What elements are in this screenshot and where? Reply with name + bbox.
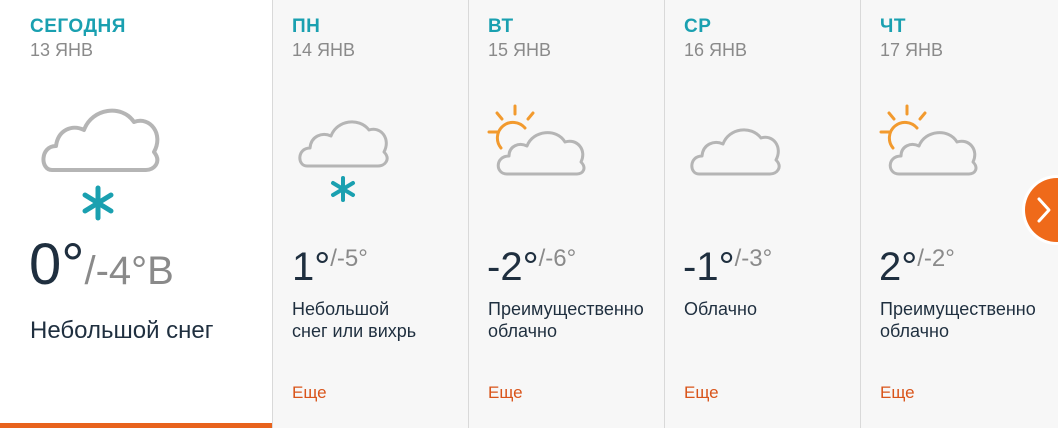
condition-line: облачно — [880, 321, 949, 341]
chevron-right-icon — [1037, 197, 1051, 223]
cloud-snow-icon — [41, 108, 160, 221]
temperature: 1°/-5° — [292, 239, 368, 287]
day-date: 13 ЯНВ — [30, 40, 94, 60]
temp-low: /-6° — [538, 245, 577, 272]
partly-cloudy-icon — [487, 104, 586, 176]
temperature: -1°/-3° — [683, 239, 772, 287]
temp-high: 1° — [292, 245, 331, 289]
more-link[interactable]: Еще — [292, 383, 327, 403]
day-date: 14 ЯНВ — [292, 40, 356, 60]
day-name: ПН — [292, 16, 321, 37]
day-name: СЕГОДНЯ — [30, 16, 126, 37]
condition-text: Преимущественно облачно — [880, 298, 1036, 342]
day-date: 16 ЯНВ — [684, 40, 748, 60]
temperature: -2°/-6° — [487, 239, 576, 287]
temp-high: -1° — [683, 245, 735, 289]
temp-low: /-4°В — [84, 249, 174, 293]
day-date: 17 ЯНВ — [880, 40, 944, 60]
more-link[interactable]: Еще — [488, 383, 523, 403]
temperature: 0°/-4°В — [29, 236, 174, 300]
temp-high: 0° — [29, 232, 85, 297]
day-card-tue[interactable]: ВТ 15 ЯНВ -2°/-6° Преимущественно облачн… — [469, 0, 665, 428]
more-link[interactable]: Еще — [684, 383, 719, 403]
day-name: ВТ — [488, 16, 514, 37]
day-card-wed[interactable]: СР 16 ЯНВ -1°/-3° Облачно Еще — [665, 0, 861, 428]
temperature: 2°/-2° — [879, 239, 955, 287]
day-name: СР — [684, 16, 712, 37]
day-date: 15 ЯНВ — [488, 40, 552, 60]
condition-line: Небольшой — [292, 299, 390, 319]
condition-line: облачно — [488, 321, 557, 341]
temp-low: /-3° — [734, 245, 773, 272]
condition-line: снег или вихрь — [292, 321, 417, 341]
condition-text: Небольшой снег — [30, 317, 214, 345]
condition-text: Облачно — [684, 298, 757, 320]
selected-indicator — [0, 423, 272, 428]
partly-cloudy-icon — [879, 104, 978, 176]
cloud-snow-icon — [298, 120, 389, 202]
condition-line: Облачно — [684, 299, 757, 319]
day-card-mon[interactable]: ПН 14 ЯНВ 1°/-5° Небольшой снег или вихр… — [273, 0, 469, 428]
condition-line: Небольшой снег — [30, 317, 214, 344]
condition-line: Преимущественно — [880, 299, 1036, 319]
condition-text: Небольшой снег или вихрь — [292, 298, 416, 342]
temp-high: 2° — [879, 245, 918, 289]
forecast-strip: СЕГОДНЯ 13 ЯНВ 0°/-4°В Небольшой снег ПН… — [0, 0, 1058, 428]
more-link[interactable]: Еще — [880, 383, 915, 403]
cloud-icon — [690, 128, 781, 176]
temp-low: /-2° — [917, 245, 955, 272]
condition-line: Преимущественно — [488, 299, 644, 319]
condition-text: Преимущественно облачно — [488, 298, 644, 342]
temp-low: /-5° — [330, 245, 368, 272]
day-card-today[interactable]: СЕГОДНЯ 13 ЯНВ 0°/-4°В Небольшой снег — [0, 0, 273, 428]
temp-high: -2° — [487, 245, 539, 289]
day-name: ЧТ — [880, 16, 906, 37]
